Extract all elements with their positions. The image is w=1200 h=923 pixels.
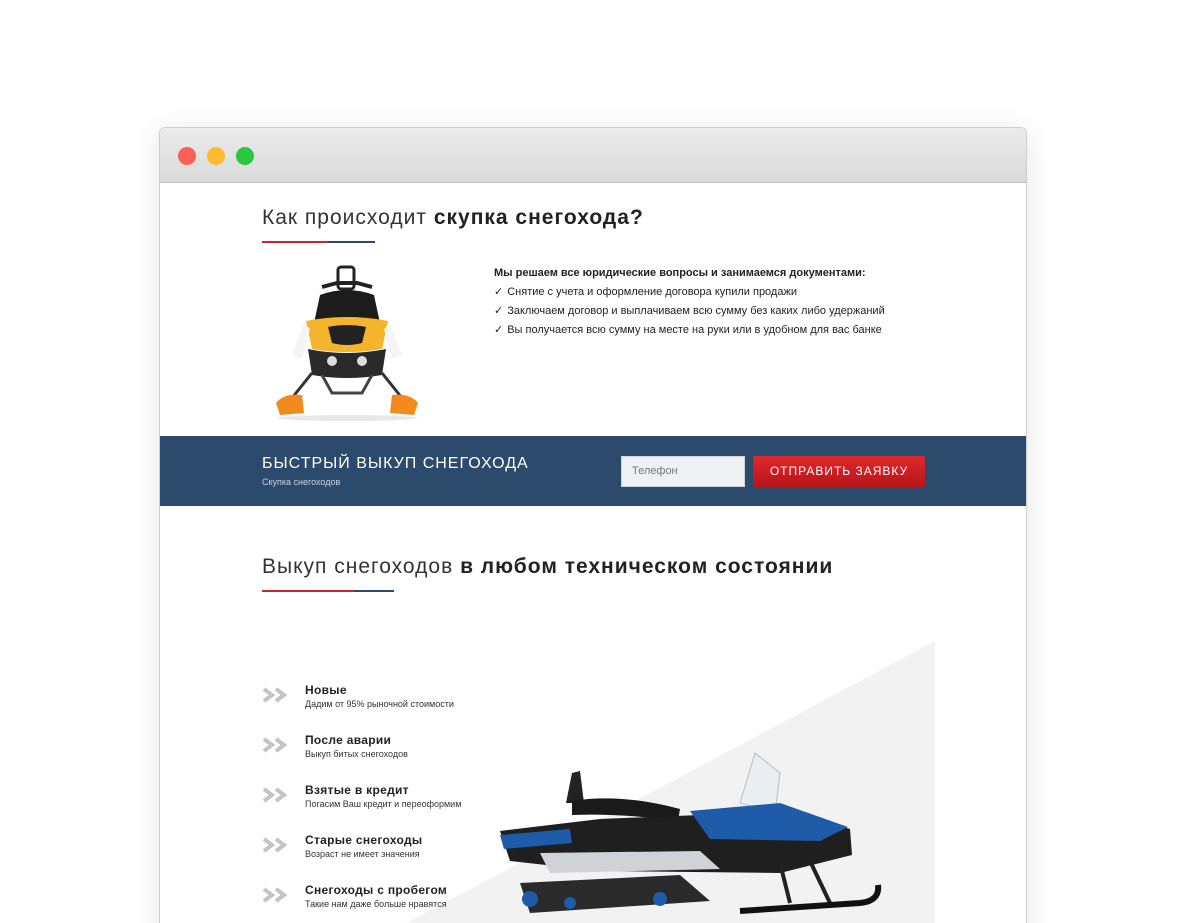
title-underline (262, 590, 394, 592)
page-content: Как происходит скупка снегохода? Мы реша… (160, 183, 1026, 923)
section-title-purchase-process: Как происходит скупка снегохода? (262, 206, 644, 230)
condition-title: Старые снегоходы (305, 833, 423, 847)
double-chevron-right-icon (262, 887, 288, 903)
double-chevron-right-icon (262, 687, 288, 703)
snowmobile-front-image (276, 265, 418, 421)
title-light-part: Выкуп снегоходов (262, 555, 461, 578)
title-bold-part: в любом техническом состоянии (460, 555, 834, 578)
title-light-part: Как происходит (262, 206, 434, 229)
submit-request-button[interactable]: ОТПРАВИТЬ ЗАЯВКУ (753, 456, 925, 487)
browser-window: Как происходит скупка снегохода? Мы реша… (159, 127, 1027, 923)
title-underline (262, 241, 375, 243)
double-chevron-right-icon (262, 787, 288, 803)
check-icon: ✓ (494, 286, 504, 298)
close-window-button[interactable] (178, 147, 196, 165)
info-list-item: ✓ Снятие с учета и оформление договора ку… (494, 285, 885, 298)
info-item-text: Заключаем договор и выплачиваем всю сумм… (507, 305, 885, 317)
maximize-window-button[interactable] (236, 147, 254, 165)
info-list-item: ✓ Вы получается всю сумму на месте на рук… (494, 323, 885, 336)
banner-subtitle: Скупка снегоходов (262, 477, 341, 487)
info-item-text: Вы получается всю сумму на месте на руки… (507, 324, 882, 336)
condition-title: После аварии (305, 733, 392, 747)
check-icon: ✓ (494, 305, 504, 317)
condition-title: Снегоходы с пробегом (305, 883, 448, 897)
double-chevron-right-icon (262, 837, 288, 853)
condition-subtitle: Выкуп битых снегоходов (305, 749, 408, 759)
condition-subtitle: Такие нам даже больше нравятся (305, 899, 447, 909)
condition-subtitle: Возраст не имеет значения (305, 849, 420, 859)
info-title: Мы решаем все юридические вопросы и зани… (494, 267, 866, 279)
snowmobile-side-image (500, 752, 882, 914)
title-bold-part: скупка снегохода? (433, 206, 644, 229)
condition-title: Взятые в кредит (305, 783, 409, 797)
quick-buyout-banner: БЫСТРЫЙ ВЫКУП СНЕГОХОДА Скупка снегоходо… (160, 436, 1026, 506)
info-item-text: Снятие с учета и оформление договора куп… (507, 286, 797, 298)
section-title-any-condition: Выкуп снегоходов в любом техническом сос… (262, 555, 833, 579)
window-titlebar (160, 128, 1026, 183)
condition-title: Новые (305, 683, 347, 697)
legal-info-block: Мы решаем все юридические вопросы и зани… (494, 267, 885, 342)
phone-input[interactable]: Телефон (621, 456, 745, 487)
check-icon: ✓ (494, 324, 504, 336)
minimize-window-button[interactable] (207, 147, 225, 165)
double-chevron-right-icon (262, 737, 288, 753)
info-list-item: ✓ Заключаем договор и выплачиваем всю сум… (494, 304, 885, 317)
banner-title: БЫСТРЫЙ ВЫКУП СНЕГОХОДА (262, 455, 529, 472)
condition-subtitle: Дадим от 95% рыночной стоимости (305, 699, 454, 709)
condition-subtitle: Погасим Ваш кредит и переоформим (305, 799, 462, 809)
